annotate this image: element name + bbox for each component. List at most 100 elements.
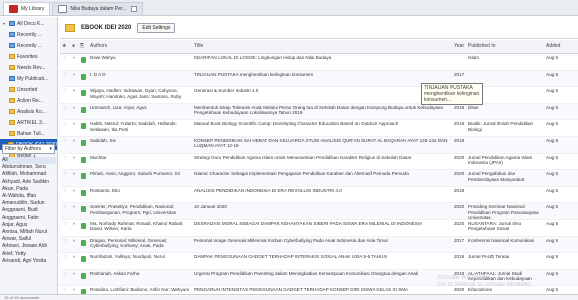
author-item[interactable]: Arbowo, Jiwaan Aldi: [2, 243, 56, 250]
read-status-icon[interactable]: ●: [70, 203, 78, 219]
table-row[interactable]: ☆ ● Habib, Nasrul; Yuliarto; Sadidah, Holl…: [60, 120, 578, 137]
title-column-header[interactable]: Title: [192, 40, 452, 53]
favorite-star-icon[interactable]: ☆: [60, 237, 70, 253]
sidebar-item-bahan-tulisan[interactable]: Bahan Tuli...: [0, 128, 57, 139]
table-row[interactable]: ☆ ● Ummaroh, Lisa; Anjar, Agus Membentuk Si…: [60, 103, 578, 121]
close-tab-icon[interactable]: [131, 6, 138, 12]
pdf-attachment-icon[interactable]: [78, 170, 88, 186]
star-icon[interactable]: ☆: [63, 254, 67, 260]
author-item[interactable]: Amanuddin, Sudun: [2, 200, 56, 207]
star-column-header[interactable]: ★: [60, 40, 70, 53]
pdf-attachment-icon[interactable]: [78, 71, 88, 87]
sidebar-item-my-publications[interactable]: My Publicati...: [0, 73, 57, 84]
table-row[interactable]: ☆ ● Ma, Norhady Rahmat; Rosadi, Khairul Ra…: [60, 220, 578, 237]
star-icon[interactable]: ☆: [63, 287, 67, 293]
author-item[interactable]: All: [2, 157, 56, 165]
read-status-icon[interactable]: ●: [70, 220, 78, 236]
favorite-star-icon[interactable]: ☆: [60, 137, 70, 153]
pdf-attachment-icon[interactable]: [78, 187, 88, 203]
favorite-star-icon[interactable]: ☆: [60, 220, 70, 236]
sidebar-item-unsorted[interactable]: Unsorted: [0, 84, 57, 95]
star-icon[interactable]: ☆: [63, 88, 67, 94]
sidebar-item-favorites[interactable]: Favorites: [0, 51, 57, 62]
read-status-icon[interactable]: ●: [70, 54, 78, 70]
favorite-star-icon[interactable]: ☆: [60, 253, 70, 269]
year-column-header[interactable]: Year: [452, 40, 466, 53]
sidebar-item-all-documents[interactable]: ▾ All Docu K...: [0, 18, 57, 29]
read-status-icon[interactable]: ●: [70, 120, 78, 136]
star-icon[interactable]: ☆: [63, 155, 67, 161]
favorite-star-icon[interactable]: ☆: [60, 203, 70, 219]
read-column-header[interactable]: ●: [70, 40, 78, 53]
read-status-icon[interactable]: ●: [70, 187, 78, 203]
author-item[interactable]: Annisa, Miftah Nurul: [2, 229, 56, 236]
author-item[interactable]: Arisandi, Agri Yosita: [2, 258, 56, 265]
star-icon[interactable]: ☆: [63, 105, 67, 111]
author-item[interactable]: Abdurrahman, Seru: [2, 164, 56, 171]
added-column-header[interactable]: Added: [544, 40, 578, 53]
table-row[interactable]: ☆ ● Wijaya, Hadlen; Indrawan, Dyan; Cahyon…: [60, 87, 578, 104]
favorite-star-icon[interactable]: ☆: [60, 187, 70, 203]
pdf-attachment-icon[interactable]: [78, 253, 88, 269]
star-icon[interactable]: ☆: [63, 55, 67, 61]
read-status-icon[interactable]: ●: [70, 237, 78, 253]
favorite-star-icon[interactable]: ☆: [60, 170, 70, 186]
read-status-icon[interactable]: ●: [70, 137, 78, 153]
table-row[interactable]: ☆ ● Soeirier, Prasetiyo; Pendidikan, Nasio…: [60, 203, 578, 220]
table-row[interactable]: ☆ ● Dragan, Personal; Millenial, Generasi;…: [60, 236, 578, 254]
pdf-attachment-icon[interactable]: [78, 54, 88, 70]
pdf-attachment-icon[interactable]: [78, 154, 88, 170]
table-row[interactable]: ☆ ● Muchtar Strategi Guru Pendidikan Agama …: [60, 154, 578, 171]
favorite-star-icon[interactable]: ☆: [60, 71, 70, 87]
star-icon[interactable]: ☆: [63, 121, 67, 127]
pdf-attachment-icon[interactable]: [78, 120, 88, 136]
author-item[interactable]: Anwar, Saiful: [2, 236, 56, 243]
tab-document[interactable]: Nilai Budaya dalam Per...: [52, 2, 144, 15]
authors-column-header[interactable]: Authors: [88, 40, 192, 53]
filter-by-authors-select[interactable]: Filter by Authors ▾: [2, 144, 55, 154]
star-icon[interactable]: ☆: [63, 271, 67, 277]
sidebar-item-artikel[interactable]: ARTIKEL 3...: [0, 117, 57, 128]
author-item[interactable]: Anggraeni, Budi: [2, 207, 56, 214]
read-status-icon[interactable]: ●: [70, 170, 78, 186]
edit-settings-button[interactable]: Edit Settings: [137, 22, 176, 33]
attachment-column-header[interactable]: ⎘: [78, 40, 88, 53]
table-row[interactable]: ☆ ● Nurrifaizah, Yullisyo; Nurdiyah, Nurul…: [60, 253, 578, 270]
pdf-attachment-icon[interactable]: [78, 203, 88, 219]
table-row[interactable]: ☆ ● Sadidah, Sis KONSEP PENDIDIKAN SAI HEBA…: [60, 136, 578, 154]
table-row[interactable]: ☆ ● Pitriah, Asmi; Anggoro, Subuhi Purnamo…: [60, 170, 578, 187]
favorite-star-icon[interactable]: ☆: [60, 104, 70, 120]
author-item[interactable]: Afifilah, Mohammad: [2, 171, 56, 178]
star-icon[interactable]: ☆: [63, 188, 67, 194]
table-row[interactable]: ☆ ● Dewi Wahyu KEARIFAN LOKAL DI LOSOE: Lin…: [60, 54, 578, 71]
sidebar-item-analisis[interactable]: Analisis Ko...: [0, 106, 57, 117]
author-item[interactable]: Arief, Yetty: [2, 251, 56, 258]
read-status-icon[interactable]: ●: [70, 87, 78, 103]
star-icon[interactable]: ☆: [63, 72, 67, 78]
pdf-attachment-icon[interactable]: [78, 220, 88, 236]
author-item[interactable]: Anggraeni, Fatin: [2, 215, 56, 222]
star-icon[interactable]: ☆: [63, 238, 67, 244]
pdf-attachment-icon[interactable]: [78, 87, 88, 103]
read-status-icon[interactable]: ●: [70, 253, 78, 269]
read-status-icon[interactable]: ●: [70, 270, 78, 286]
star-icon[interactable]: ☆: [63, 221, 67, 227]
star-icon[interactable]: ☆: [63, 138, 67, 144]
favorite-star-icon[interactable]: ☆: [60, 270, 70, 286]
pdf-attachment-icon[interactable]: [78, 270, 88, 286]
sidebar-item-action-research[interactable]: Action Re...: [0, 95, 57, 106]
favorite-star-icon[interactable]: ☆: [60, 87, 70, 103]
chevron-down-icon[interactable]: ▾: [3, 21, 7, 26]
pdf-attachment-icon[interactable]: [78, 137, 88, 153]
favorite-star-icon[interactable]: ☆: [60, 120, 70, 136]
sidebar-item-recently-read[interactable]: Recently ...: [0, 40, 57, 51]
tab-my-library[interactable]: My Library: [3, 2, 51, 15]
table-row[interactable]: ☆ ● I. D A D TINJAUAN PUSTAKA menghentikan …: [60, 70, 578, 88]
author-item[interactable]: Anjar, Agus: [2, 222, 56, 229]
table-row[interactable]: ☆ ● Rostianto, Eko ANALISIS PENDIDIKAN INDO…: [60, 187, 578, 204]
favorite-star-icon[interactable]: ☆: [60, 54, 70, 70]
read-status-icon[interactable]: ●: [70, 104, 78, 120]
published-in-column-header[interactable]: Published In: [466, 40, 544, 53]
author-item[interactable]: Al-Wahda, Iffan: [2, 193, 56, 200]
author-item[interactable]: Akun, Pada: [2, 186, 56, 193]
